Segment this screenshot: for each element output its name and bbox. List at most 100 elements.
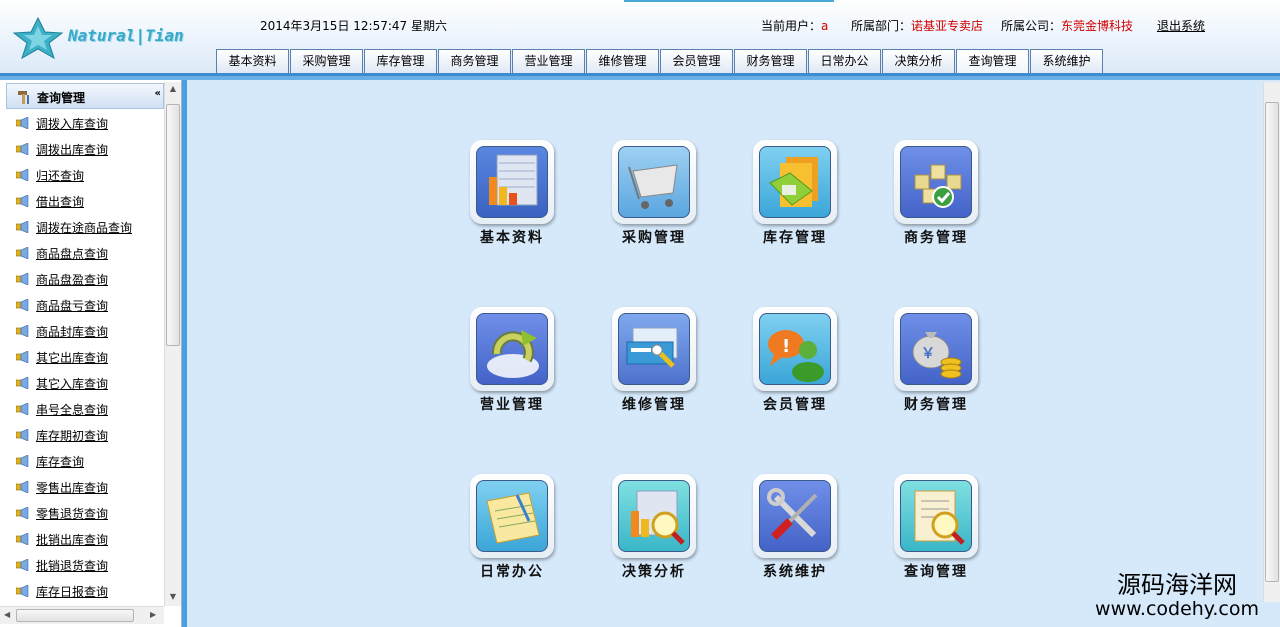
tab-basic-info[interactable]: 基本资料 [216,49,289,73]
repair-card-icon [626,327,678,368]
tools-icon [767,488,818,540]
sidebar-item[interactable]: 库存期初查询 [0,422,164,448]
sidebar: 查询管理 « 调拨入库查询 调拨出库查询归还查询借出查询调拨在途商品查询 商品盘点查… [0,80,182,627]
module-member[interactable]: ! 会员管理 [753,307,837,417]
scroll-thumb[interactable] [166,104,180,346]
sidebar-item-label: 库存查询 [36,454,85,469]
department-value: 诺基亚专卖店 [911,19,984,33]
module-label: 采购管理 [622,230,686,246]
money-bag-icon: ￥ [912,332,962,379]
module-finance[interactable]: ￥ 财务管理 [894,307,978,417]
module-purchase[interactable]: 采购管理 [612,140,696,250]
sidebar-item[interactable]: 调拨在途商品查询 [0,214,164,240]
module-label: 营业管理 [480,397,544,413]
sidebar-item[interactable]: 其它出库查询 [0,344,164,370]
sidebar-item[interactable]: 借出查询 [0,188,164,214]
shopping-cart-icon [628,164,678,209]
sidebar-item-label: 其它入库查询 [36,376,109,391]
sidebar-horizontal-scrollbar[interactable]: ◀ ▶ [0,606,164,624]
module-label: 库存管理 [763,230,827,246]
module-basic-info[interactable]: 基本资料 [470,140,554,250]
analysis-magnifier-icon [631,490,685,545]
tab-repair[interactable]: 维修管理 [586,49,659,73]
scroll-left-icon[interactable]: ◀ [4,610,10,619]
tab-system-maintenance[interactable]: 系统维护 [1030,49,1103,73]
tab-inventory[interactable]: 库存管理 [364,49,437,73]
tab-finance[interactable]: 财务管理 [734,49,807,73]
sidebar-item-label: 零售退货查询 [36,506,109,521]
module-label: 财务管理 [904,397,968,413]
document-search-icon [914,490,965,545]
refresh-arrow-icon [487,330,539,378]
sidebar-item[interactable]: 库存查询 [0,448,164,474]
scroll-down-icon[interactable]: ▼ [168,592,178,602]
scroll-thumb-horizontal[interactable] [16,609,134,622]
sidebar-item-label: 串号全息查询 [36,402,109,417]
speaker-bullet-icon [16,221,29,233]
module-decision-analysis[interactable]: 决策分析 [612,474,696,584]
main-vertical-scrollbar[interactable] [1263,82,1280,602]
hammer-icon [18,91,29,104]
scroll-right-icon[interactable]: ▶ [150,610,156,619]
tab-query[interactable]: 查询管理 [956,49,1029,73]
logout-link[interactable]: 退出系统 [1157,17,1205,34]
speaker-bullet-icon [16,585,29,597]
sidebar-item[interactable]: 串号全息查询 [0,396,164,422]
company-label: 所属公司： [1001,19,1062,33]
tab-sales[interactable]: 营业管理 [512,49,585,73]
speaker-bullet-icon [16,403,29,415]
watermark-site-name: 源码海洋网 [1117,571,1237,599]
sidebar-item[interactable]: 零售出库查询 [0,474,164,500]
tab-daily-office[interactable]: 日常办公 [808,49,881,73]
sidebar-item[interactable]: 批销出库查询 [0,526,164,552]
main-scroll-thumb[interactable] [1265,102,1279,582]
sidebar-item-label: 借出查询 [36,194,85,209]
sidebar-item-label: 库存日报查询 [36,584,109,599]
module-label: 查询管理 [904,564,968,580]
sidebar-item[interactable]: 调拨出库查询 [0,136,164,162]
sidebar-item-label: 库存期初查询 [36,428,109,443]
main-nav-tabs: 基本资料 采购管理 库存管理 商务管理 营业管理 维修管理 会员管理 财务管理 … [216,49,1104,73]
sidebar-item[interactable]: 其它入库查询 [0,370,164,396]
svg-text:!: ! [782,336,790,357]
header-datetime: 2014年3月15日 12:57:47 星期六 [260,19,447,33]
tab-purchase[interactable]: 采购管理 [290,49,363,73]
sidebar-item[interactable]: 商品盘盈查询 [0,266,164,292]
notepad-icon [486,492,540,544]
speaker-bullet-icon [16,559,29,571]
collapse-icon[interactable]: « [155,88,161,99]
member-chat-icon: ! [768,330,824,382]
sidebar-item[interactable]: 归还查询 [0,162,164,188]
sidebar-item-label: 归还查询 [36,168,85,183]
sidebar-item[interactable]: 零售退货查询 [0,500,164,526]
sidebar-vertical-scrollbar[interactable]: ▲ ▼ [164,82,181,606]
sidebar-item-label: 其它出库查询 [36,350,109,365]
sidebar-header[interactable]: 查询管理 « [6,83,164,109]
module-business[interactable]: 商务管理 [894,140,978,250]
scroll-up-icon[interactable]: ▲ [168,84,178,94]
module-daily-office[interactable]: 日常办公 [470,474,554,584]
header-accent-line [624,0,834,2]
module-query[interactable]: 查询管理 [894,474,978,584]
sidebar-item[interactable]: 商品盘亏查询 [0,292,164,318]
module-inventory[interactable]: 库存管理 [753,140,837,250]
speaker-bullet-icon [16,481,29,493]
sidebar-item[interactable]: 库存日报查询 [0,578,164,604]
sidebar-item[interactable]: 调拨入库查询 [0,110,164,136]
module-label: 维修管理 [622,397,686,413]
boxes-check-icon [914,164,962,208]
tab-decision-analysis[interactable]: 决策分析 [882,49,955,73]
module-sales[interactable]: 营业管理 [470,307,554,417]
folders-icon [769,157,818,207]
module-label: 决策分析 [622,564,686,580]
tab-member[interactable]: 会员管理 [660,49,733,73]
sidebar-item[interactable]: 批销退货查询 [0,552,164,578]
sidebar-item[interactable]: 商品封库查询 [0,318,164,344]
module-label: 系统维护 [763,564,827,580]
speaker-bullet-icon [16,325,29,337]
module-system-maintenance[interactable]: 系统维护 [753,474,837,584]
sidebar-item[interactable]: 商品盘点查询 [0,240,164,266]
current-user-info: 当前用户：a [761,17,828,34]
tab-business[interactable]: 商务管理 [438,49,511,73]
module-repair[interactable]: 维修管理 [612,307,696,417]
